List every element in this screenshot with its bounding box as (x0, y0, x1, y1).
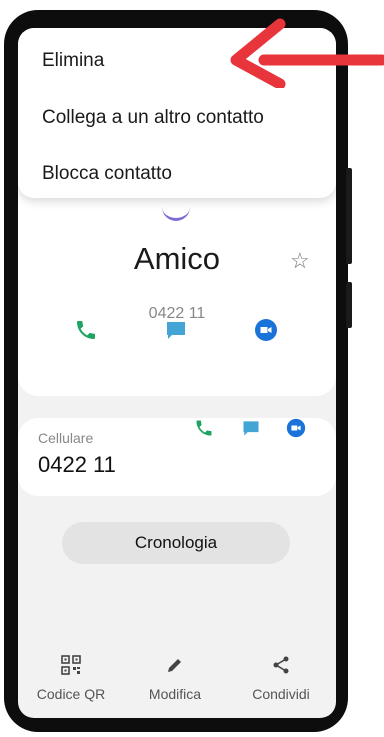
phone-type-label: Cellulare (38, 430, 94, 446)
history-button[interactable]: Cronologia (62, 522, 290, 564)
menu-item-link-contact[interactable]: Collega a un altro contatto (42, 107, 264, 129)
row-video-call-button[interactable] (286, 418, 306, 438)
menu-item-delete[interactable]: Elimina (42, 50, 104, 72)
video-call-button[interactable] (254, 318, 278, 342)
message-button[interactable] (164, 318, 188, 342)
row-call-button[interactable] (194, 418, 214, 438)
qr-code-label: Codice QR (36, 686, 106, 702)
star-icon[interactable]: ☆ (290, 248, 310, 274)
message-icon (167, 322, 185, 339)
phone-icon (196, 420, 212, 436)
share-icon (273, 656, 289, 674)
phone-icon (77, 321, 95, 339)
phone-side-button-upper (346, 168, 352, 264)
contact-name: Amico (133, 241, 221, 276)
share-label: Condividi (252, 686, 310, 702)
call-button[interactable] (74, 318, 98, 342)
message-icon (243, 421, 259, 436)
edit-label: Modifica (148, 686, 202, 702)
share-button[interactable]: Condividi (236, 655, 326, 702)
menu-item-block-contact[interactable]: Blocca contatto (42, 163, 172, 185)
pencil-icon (168, 659, 181, 672)
phone-side-button-lower (346, 282, 352, 328)
row-message-button[interactable] (241, 418, 261, 438)
phone-number-value: 0422 11 (38, 452, 116, 477)
edit-button[interactable]: Modifica (130, 655, 220, 702)
qr-code-icon (61, 655, 81, 675)
contact-screen: Amico ☆ 0422 11 Cellulare 0422 11 Cronol… (18, 28, 336, 718)
qr-code-button[interactable]: Codice QR (26, 655, 116, 702)
annotation-arrow-icon (230, 18, 384, 88)
